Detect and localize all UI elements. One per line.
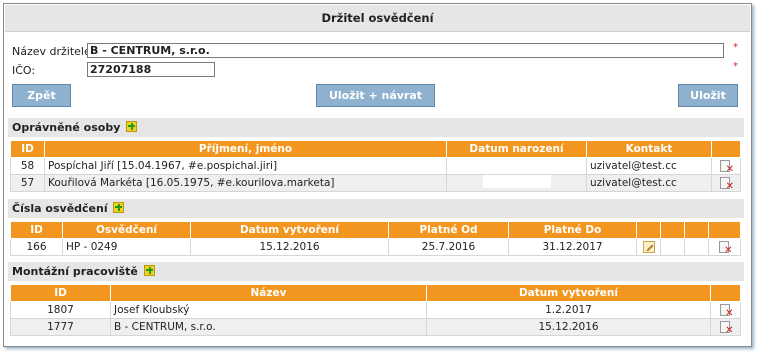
- col-id: ID: [10, 221, 63, 239]
- table-header-row: ID Osvědčení Datum vytvoření Platné Od P…: [10, 221, 741, 239]
- cell-valid-to: 31.12.2017: [508, 238, 637, 256]
- col-actions: [684, 221, 709, 239]
- table-row: 1777 B - CENTRUM, s.r.o. 15.12.2016 ✕: [10, 318, 741, 336]
- table-row: 57 Kouřilová Markéta [16.05.1975, #e.kou…: [10, 174, 741, 192]
- cell-empty: [684, 238, 709, 256]
- cell-name: Pospíchal Jiří [15.04.1967, #e.pospichal…: [44, 157, 447, 175]
- holder-name-label: Název držitele:: [12, 45, 95, 58]
- back-button[interactable]: Zpět: [12, 84, 71, 107]
- persons-table: ID Příjmení, jméno Datum narození Kontak…: [10, 140, 741, 192]
- save-return-button[interactable]: Uložit + návrat: [316, 84, 435, 107]
- col-certificate: Osvědčení: [62, 221, 191, 239]
- col-id: ID: [10, 140, 45, 158]
- cell-delete: ✕: [711, 157, 741, 175]
- section-workplaces-title: Montážní pracoviště: [12, 265, 138, 278]
- col-created: Datum vytvoření: [426, 284, 711, 302]
- cell-id: 57: [10, 174, 45, 192]
- section-certificates-title: Čísla osvědčení: [12, 202, 108, 215]
- cell-created: 15.12.2016: [190, 238, 389, 256]
- cell-contact: uzivatel@test.cc: [586, 157, 712, 175]
- section-workplaces: Montážní pracoviště: [8, 262, 744, 281]
- section-persons: Oprávněné osoby: [8, 118, 744, 137]
- certificates-table: ID Osvědčení Datum vytvoření Platné Od P…: [10, 221, 741, 256]
- col-actions: [711, 140, 741, 158]
- cell-birth-date: [446, 174, 587, 192]
- save-button[interactable]: Uložit: [678, 84, 738, 107]
- col-actions: [710, 284, 741, 302]
- holder-name-input[interactable]: B - CENTRUM, s.r.o.: [87, 43, 724, 58]
- col-name: Příjmení, jméno: [44, 140, 447, 158]
- col-actions: [636, 221, 661, 239]
- required-mark: *: [733, 61, 738, 72]
- required-mark: *: [733, 42, 738, 53]
- delete-icon[interactable]: ✕: [718, 240, 733, 255]
- cell-name: Josef Kloubský: [110, 301, 427, 319]
- cell-id: 1807: [10, 301, 111, 319]
- cell-delete: ✕: [708, 238, 741, 256]
- section-persons-title: Oprávněné osoby: [12, 121, 121, 134]
- table-row: 58 Pospíchal Jiří [15.04.1967, #e.pospic…: [10, 157, 741, 175]
- holder-dialog: Držitel osvědčení Název držitele: B - CE…: [3, 3, 752, 347]
- cell-name: B - CENTRUM, s.r.o.: [110, 318, 427, 336]
- table-header-row: ID Název Datum vytvoření: [10, 284, 741, 302]
- delete-icon[interactable]: ✕: [719, 303, 734, 318]
- add-icon[interactable]: [143, 265, 155, 276]
- cell-id: 58: [10, 157, 45, 175]
- workplaces-table: ID Název Datum vytvoření 1807 Josef Klou…: [10, 284, 741, 336]
- col-created: Datum vytvoření: [190, 221, 389, 239]
- cell-delete: ✕: [710, 301, 741, 319]
- ico-input[interactable]: 27207188: [87, 62, 215, 77]
- cell-created: 15.12.2016: [426, 318, 711, 336]
- col-id: ID: [10, 284, 111, 302]
- cell-birth-date: [446, 157, 587, 175]
- cell-edit: [636, 238, 661, 256]
- col-birth-date: Datum narození: [446, 140, 587, 158]
- cell-empty: [660, 238, 685, 256]
- cell-delete: ✕: [710, 318, 741, 336]
- table-header-row: ID Příjmení, jméno Datum narození Kontak…: [10, 140, 741, 158]
- cell-contact: uzivatel@test.cc: [586, 174, 712, 192]
- col-valid-to: Platné Do: [508, 221, 637, 239]
- col-valid-from: Platné Od: [388, 221, 509, 239]
- cell-created: 1.2.2017: [426, 301, 711, 319]
- col-actions: [708, 221, 741, 239]
- cell-id: 1777: [10, 318, 111, 336]
- col-contact: Kontakt: [586, 140, 712, 158]
- cell-valid-from: 25.7.2016: [388, 238, 509, 256]
- edit-icon[interactable]: [642, 241, 655, 253]
- delete-icon[interactable]: ✕: [720, 176, 734, 191]
- cell-name: Kouřilová Markéta [16.05.1975, #e.kouril…: [44, 174, 447, 192]
- table-row: 1807 Josef Kloubský 1.2.2017 ✕: [10, 301, 741, 319]
- col-actions: [660, 221, 685, 239]
- delete-icon[interactable]: ✕: [720, 159, 734, 174]
- cell-delete: ✕: [711, 174, 741, 192]
- cell-certificate: HP - 0249: [62, 238, 191, 256]
- ico-label: IČO:: [12, 64, 36, 77]
- add-icon[interactable]: [126, 121, 138, 132]
- add-icon[interactable]: [113, 202, 125, 213]
- delete-icon[interactable]: ✕: [719, 320, 734, 335]
- section-certificates: Čísla osvědčení: [8, 199, 744, 218]
- table-row: 166 HP - 0249 15.12.2016 25.7.2016 31.12…: [10, 238, 741, 256]
- col-name: Název: [110, 284, 427, 302]
- cell-id: 166: [10, 238, 63, 256]
- page-title: Držitel osvědčení: [5, 5, 750, 32]
